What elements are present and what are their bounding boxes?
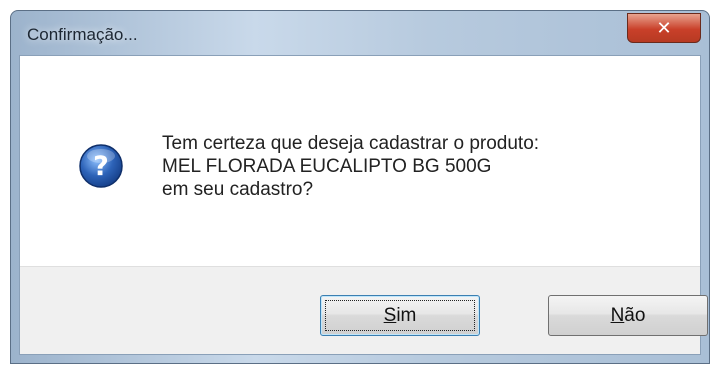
message-line-2: MEL FLORADA EUCALIPTO BG 500G (162, 156, 492, 177)
confirmation-message: Tem certeza que deseja cadastrar o produ… (162, 132, 539, 201)
focus-rectangle (325, 300, 475, 331)
message-area: ? Tem certeza que deseja cadastrar o pro… (20, 56, 700, 266)
dialog-body: ? Tem certeza que deseja cadastrar o pro… (19, 55, 708, 355)
close-button[interactable]: ✕ (627, 13, 701, 43)
no-accelerator: N (610, 304, 625, 326)
no-label-rest: ão (624, 304, 646, 326)
message-line-1: Tem certeza que deseja cadastrar o produ… (162, 133, 540, 154)
close-icon: ✕ (656, 18, 672, 38)
message-line-3: em seu cadastro? (162, 179, 314, 200)
button-bar: Sim Não (20, 266, 708, 354)
dialog-title: Confirmação... (27, 25, 138, 44)
svg-text:?: ? (93, 151, 109, 182)
title-bar[interactable]: Confirmação... ✕ (11, 11, 709, 55)
yes-button[interactable]: Sim (320, 295, 480, 336)
question-icon: ? (79, 144, 123, 188)
no-button[interactable]: Não (548, 295, 708, 336)
confirmation-dialog: Confirmação... ✕ ? Tem certeza que desej… (10, 10, 710, 364)
